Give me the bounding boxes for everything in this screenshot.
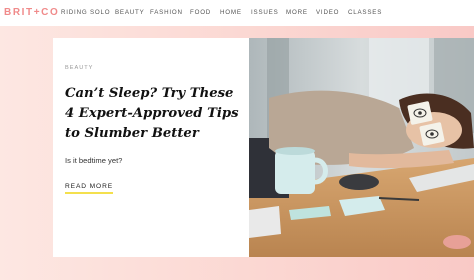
article-category[interactable]: BEAUTY bbox=[65, 65, 93, 71]
nav-item-classes[interactable]: CLASSES bbox=[348, 9, 382, 16]
nav-item-video[interactable]: VIDEO bbox=[316, 9, 339, 16]
nav-item-riding-solo[interactable]: RIDING SOLO bbox=[61, 9, 110, 16]
woman-sleeping-at-desk-photo[interactable] bbox=[249, 38, 474, 257]
nav-item-more[interactable]: MORE bbox=[286, 9, 308, 16]
nav-item-beauty[interactable]: BEAUTY bbox=[115, 9, 145, 16]
hero-article-card: BEAUTY Can’t Sleep? Try These 4 Expert-A… bbox=[53, 38, 249, 257]
nav-item-issues[interactable]: ISSUES bbox=[251, 9, 279, 16]
read-more-link[interactable]: READ MORE bbox=[65, 183, 114, 194]
nav-item-home[interactable]: HOME bbox=[220, 9, 242, 16]
article-subtitle: Is it bedtime yet? bbox=[65, 156, 123, 165]
article-title[interactable]: Can’t Sleep? Try These 4 Expert-Approved… bbox=[65, 84, 243, 144]
nav-item-food[interactable]: FOOD bbox=[190, 9, 211, 16]
nav-item-fashion[interactable]: FASHION bbox=[150, 9, 183, 16]
top-navigation: BRIT+CO RIDING SOLO BEAUTY FASHION FOOD … bbox=[0, 0, 474, 27]
photo-illustration bbox=[249, 38, 474, 257]
brand-logo[interactable]: BRIT+CO bbox=[4, 7, 59, 18]
